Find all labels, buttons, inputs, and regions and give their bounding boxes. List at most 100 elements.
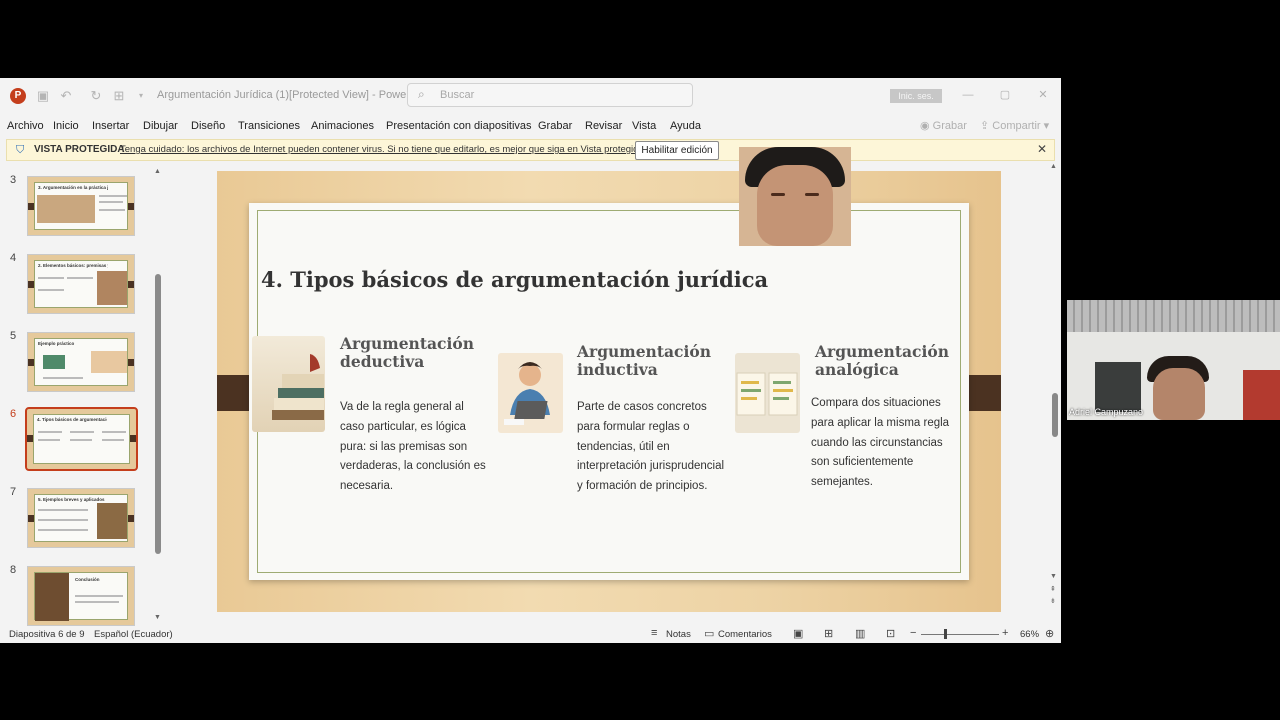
- normal-view-icon[interactable]: ▣: [793, 627, 803, 640]
- close-window-icon[interactable]: ✕: [1034, 87, 1052, 103]
- thumbnail-title: 4. Tipos básicos de argumentación jurídi…: [37, 417, 107, 422]
- tab-dibujar[interactable]: Dibujar: [143, 120, 178, 132]
- share-icon: ⇪: [980, 120, 993, 132]
- thumbnail-text-line: [38, 529, 88, 531]
- participant-name: Adriel Campuzano: [1069, 407, 1144, 417]
- tab-insertar[interactable]: Insertar: [92, 120, 129, 132]
- slide-thumbnail-3[interactable]: 3. Argumentación en la práctica judicial: [27, 176, 135, 236]
- tab-revisar[interactable]: Revisar: [585, 120, 622, 132]
- zoom-slider-knob[interactable]: [944, 629, 947, 639]
- comments-button[interactable]: Comentarios: [718, 629, 772, 640]
- scroll-up-icon[interactable]: ▲: [154, 168, 161, 175]
- thumbnail-text-line: [43, 377, 83, 379]
- slide-thumbnail-5[interactable]: Ejemplo práctico: [27, 332, 135, 392]
- slide-scrollbar[interactable]: ▲ ▼ ⇞ ⇟: [1050, 163, 1060, 623]
- comments-icon[interactable]: ▭: [704, 627, 714, 640]
- previous-slide-icon[interactable]: ⇞: [1050, 585, 1056, 593]
- language-indicator[interactable]: Español (Ecuador): [94, 629, 173, 640]
- close-banner-icon[interactable]: ✕: [1037, 142, 1047, 156]
- tab-grabar[interactable]: Grabar: [538, 120, 572, 132]
- thumbnail-strap: [130, 435, 136, 442]
- thumbnail-text-line: [38, 289, 64, 291]
- tab-vista[interactable]: Vista: [632, 120, 656, 132]
- tab-inicio[interactable]: Inicio: [53, 120, 79, 132]
- tab-archivo[interactable]: Archivo: [7, 120, 44, 132]
- share-button[interactable]: ⇪ Compartir ▾: [976, 119, 1053, 135]
- slide-sorter-icon[interactable]: ⊞: [824, 627, 833, 640]
- slide-canvas[interactable]: 4. Tipos básicos de argumentación jurídi…: [217, 171, 1001, 612]
- webcam-eye: [771, 193, 785, 196]
- thumbnail-text-line: [75, 601, 119, 603]
- ribbon-tabs: Archivo Inicio Insertar Dibujar Diseño T…: [0, 114, 1061, 140]
- thumbnail-text-line: [38, 439, 60, 441]
- thumbnail-image: [91, 351, 127, 373]
- zoom-in-icon[interactable]: +: [1002, 627, 1008, 639]
- minimize-icon[interactable]: —: [959, 87, 977, 103]
- zoom-slider[interactable]: [921, 634, 999, 635]
- redo-icon[interactable]: ↻: [88, 87, 104, 105]
- participant-webcam-tile: Adriel Campuzano: [1067, 300, 1280, 420]
- scroll-down-icon[interactable]: ▼: [1050, 573, 1057, 580]
- scroll-up-icon[interactable]: ▲: [1050, 163, 1057, 170]
- thumbnail-image: [37, 195, 95, 223]
- column-heading-inductiva: Argumentación inductiva: [577, 342, 711, 379]
- tab-diseno[interactable]: Diseño: [191, 120, 225, 132]
- thumbnail-number: 5: [10, 330, 17, 342]
- thumbnail-page: Conclusión: [34, 572, 128, 621]
- tab-transiciones[interactable]: Transiciones: [238, 120, 300, 132]
- thumbnail-page: 2. Elementos básicos: premisas y conclus…: [34, 260, 128, 308]
- webcam-face: [1153, 368, 1205, 420]
- tab-presentacion[interactable]: Presentación con diapositivas: [386, 120, 532, 132]
- thumbnail-title: Ejemplo práctico: [38, 341, 75, 346]
- column-heading-deductiva: Argumentación deductiva: [340, 334, 474, 371]
- notes-icon[interactable]: ≡: [651, 627, 657, 639]
- reading-view-icon[interactable]: ▥: [855, 627, 865, 640]
- slide-thumbnail-7[interactable]: 5. Ejemplos breves y aplicados: [27, 488, 135, 548]
- enable-editing-button[interactable]: Habilitar edición: [635, 141, 719, 160]
- maximize-icon[interactable]: ▢: [996, 87, 1014, 103]
- tab-ayuda[interactable]: Ayuda: [670, 120, 701, 132]
- customize-qa-icon[interactable]: ▾: [133, 87, 149, 105]
- slide-frame: [257, 210, 961, 573]
- powerpoint-window: P ▣ ↶ ↻ ⊞ ▾ Argumentación Jurídica (1)[P…: [0, 78, 1061, 643]
- status-bar: Diapositiva 6 de 9 Español (Ecuador) ≡ N…: [0, 626, 1061, 643]
- thumbnail-image: [97, 271, 127, 305]
- slide-thumbnail-6-selected[interactable]: 4. Tipos básicos de argumentación jurídi…: [25, 407, 138, 471]
- thumbnail-text-line: [38, 277, 64, 279]
- thumbnail-strap: [128, 359, 134, 366]
- thumbnail-text-line: [38, 519, 88, 521]
- thumbnail-title: 5. Ejemplos breves y aplicados: [38, 497, 105, 502]
- person-laptop-image: [498, 353, 563, 433]
- thumbnail-image: [43, 355, 65, 369]
- scroll-thumb[interactable]: [1052, 393, 1058, 437]
- undo-icon[interactable]: ↶: [58, 87, 74, 105]
- notes-button[interactable]: Notas: [666, 629, 691, 640]
- slide-thumbnail-8[interactable]: Conclusión: [27, 566, 135, 626]
- thumbnail-text-line: [38, 509, 88, 511]
- search-placeholder: Buscar: [440, 89, 475, 101]
- slide-thumbnail-4[interactable]: 2. Elementos básicos: premisas y conclus…: [27, 254, 135, 314]
- thumbnail-page: 4. Tipos básicos de argumentación jurídi…: [33, 414, 130, 464]
- tab-animaciones[interactable]: Animaciones: [311, 120, 374, 132]
- thumbnail-strap: [28, 281, 34, 288]
- fit-slide-icon[interactable]: ⊕: [1045, 627, 1054, 640]
- thumbnail-image: [97, 503, 127, 539]
- search-box[interactable]: ⌕ Buscar: [407, 83, 693, 107]
- sign-in-button[interactable]: Inic. ses.: [890, 89, 942, 103]
- slideshow-icon[interactable]: ⊡: [886, 627, 895, 640]
- next-slide-icon[interactable]: ⇟: [1050, 597, 1056, 605]
- presenter-icon[interactable]: ⊞: [111, 87, 127, 105]
- record-button[interactable]: ◉ Grabar: [916, 119, 971, 135]
- webcam-red-object: [1243, 370, 1280, 420]
- books-image: [252, 336, 325, 432]
- column-heading-analogica: Argumentación analógica: [815, 342, 949, 379]
- scroll-thumb[interactable]: [155, 274, 161, 554]
- zoom-level[interactable]: 66%: [1020, 629, 1039, 640]
- thumbnail-number-active: 6: [10, 408, 17, 420]
- scroll-down-icon[interactable]: ▼: [154, 614, 161, 621]
- banner-message-link[interactable]: Tenga cuidado: los archivos de Internet …: [120, 144, 646, 155]
- thumbnail-scrollbar[interactable]: ▲ ▼: [154, 168, 162, 621]
- save-icon[interactable]: ▣: [35, 87, 51, 105]
- zoom-out-icon[interactable]: −: [910, 627, 916, 639]
- record-icon: ◉: [920, 120, 933, 132]
